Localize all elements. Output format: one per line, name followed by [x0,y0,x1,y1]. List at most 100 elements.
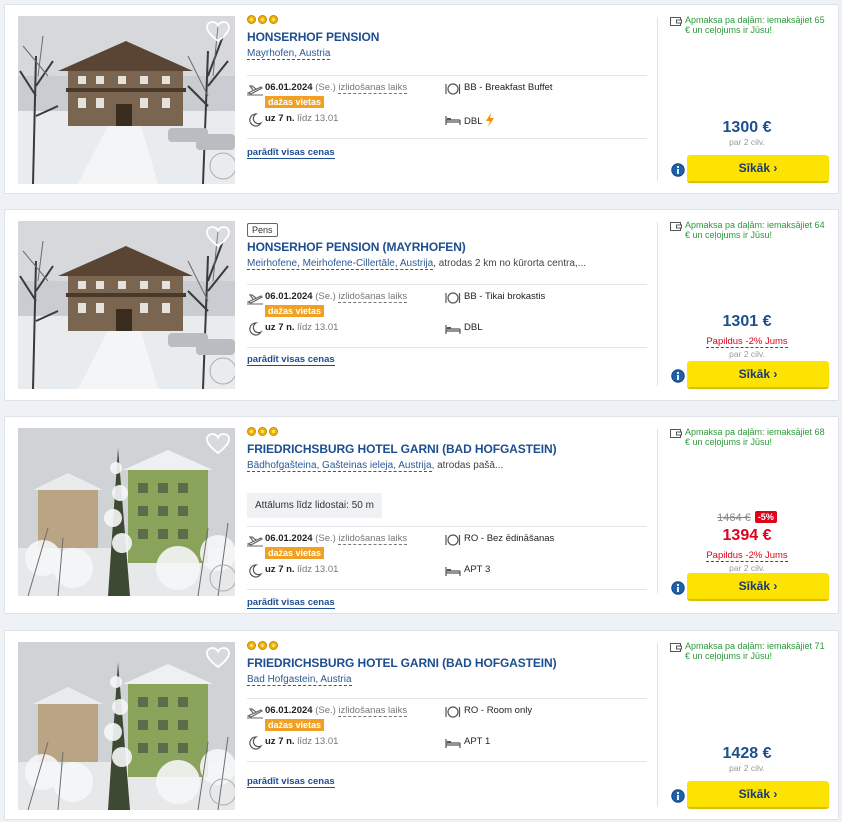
per-people: par 2 cilv. [729,763,765,773]
per-people: par 2 cilv. [729,137,765,147]
favorite-heart-icon[interactable] [205,20,231,44]
moon-icon [247,322,263,336]
price: 1300 € [722,119,772,136]
meal-plan: RO - Room only [464,705,533,716]
details-button[interactable]: Sīkāk › [687,361,829,389]
old-price: 1464 € [717,512,751,524]
price: 1428 € [722,745,772,762]
hotel-name[interactable]: FRIEDRICHSBURG HOTEL GARNI (BAD HOFGASTE… [247,442,647,457]
favorite-heart-icon[interactable] [205,646,231,670]
lightning-icon [485,113,495,130]
hotel-card: Pens HONSERHOF PENSION (MAYRHOFEN) Meirh… [4,209,839,401]
star-icon [258,15,267,24]
return-date: līdz 13.01 [297,736,339,747]
hotel-location[interactable]: Bādhofgašteina, Gašteinas ieleja, Austri… [247,459,647,473]
extra-discount-link[interactable]: Papildus -2% Jums [706,336,788,348]
availability-badge: dažas vietas [265,547,325,559]
divider [247,698,647,699]
nights-count: uz 7 n. [265,322,295,333]
meal-plan: BB - Tikai brokastis [464,291,546,302]
availability-badge: dažas vietas [265,305,325,317]
departure-time-link[interactable]: izlidošanas laiks [338,82,408,94]
hotel-location[interactable]: Mayrhofen, Austria [247,47,647,61]
star-rating [247,15,647,27]
price-block: 1464 € -5% 1394 € Papildus -2% Jums par 2… [660,511,834,574]
departure-time-link[interactable]: izlidošanas laiks [338,291,408,303]
installment-note: Apmaksa pa daļām: iemaksājiet 64 € un ce… [670,220,830,240]
date-row: 06.01.2024 (Se.) izlidošanas laiks dažas… [246,82,647,110]
plane-icon [246,533,263,547]
meal-icon [445,705,461,719]
extra-discount-link[interactable]: Papildus -2% Jums [706,550,788,562]
star-icon [247,641,256,650]
hotel-photo[interactable] [18,221,235,389]
nights-row: uz 7 n. līdz 13.01 DBL [247,322,647,336]
return-date: līdz 13.01 [297,564,339,575]
star-rating [247,641,647,653]
nights-row: uz 7 n. līdz 13.01 APT 1 [247,736,647,750]
hotel-card: FRIEDRICHSBURG HOTEL GARNI (BAD HOFGASTE… [4,416,839,614]
meal-icon [445,82,461,96]
divider [657,17,658,181]
info-icon[interactable] [671,789,685,803]
wallet-icon [670,16,682,29]
hotel-card: FRIEDRICHSBURG HOTEL GARNI (BAD HOFGASTE… [4,630,839,820]
old-price-row: 1464 € -5% [660,511,834,527]
favorite-heart-icon[interactable] [205,432,231,456]
room-type: DBL [464,116,483,127]
hotel-location[interactable]: Bad Hofgastein, Austria [247,673,647,687]
show-all-prices-link[interactable]: parādīt visas cenas [247,354,335,366]
installment-note: Apmaksa pa daļām: iemaksājiet 71 € un ce… [670,641,830,661]
bed-icon [445,564,461,578]
departure-time-link[interactable]: izlidošanas laiks [338,705,408,717]
hotel-name[interactable]: HONSERHOF PENSION [247,30,647,45]
hotel-location[interactable]: Meirhofene, Meirhofene-Cillertāle, Austr… [247,257,647,271]
price: 1394 € [722,527,772,544]
favorite-heart-icon[interactable] [205,225,231,249]
price-block: 1301 € Papildus -2% Jums par 2 cilv. [660,313,834,360]
info-icon[interactable] [671,163,685,177]
star-rating [247,427,647,439]
divider [657,429,658,593]
show-all-prices-link[interactable]: parādīt visas cenas [247,147,335,159]
wallet-icon [670,428,682,441]
room-type: DBL [464,322,483,333]
star-icon [258,641,267,650]
meal-plan: RO - Bez ēdināšanas [464,533,555,544]
meal-plan: BB - Breakfast Buffet [464,82,553,93]
nights-row: uz 7 n. līdz 13.01 DBL [247,113,647,127]
star-icon [247,427,256,436]
details-button[interactable]: Sīkāk › [687,573,829,601]
details-button[interactable]: Sīkāk › [687,781,829,809]
weekday: (Se.) [315,291,336,302]
info-icon[interactable] [671,369,685,383]
hotel-card: HONSERHOF PENSION Mayrhofen, Austria 06.… [4,4,839,194]
weekday: (Se.) [315,82,336,93]
hotel-name[interactable]: FRIEDRICHSBURG HOTEL GARNI (BAD HOFGASTE… [247,656,647,671]
details-button[interactable]: Sīkāk › [687,155,829,183]
departure-date: 06.01.2024 [265,291,313,302]
plane-icon [246,291,263,305]
weekday: (Se.) [315,533,336,544]
return-date: līdz 13.01 [297,322,339,333]
show-all-prices-link[interactable]: parādīt visas cenas [247,597,335,609]
hotel-photo[interactable] [18,642,235,810]
divider [247,138,647,139]
show-all-prices-link[interactable]: parādīt visas cenas [247,776,335,788]
nights-count: uz 7 n. [265,564,295,575]
divider [247,75,647,76]
bed-icon [445,736,461,750]
hotel-photo[interactable] [18,16,235,184]
info-icon[interactable] [671,581,685,595]
hotel-name[interactable]: HONSERHOF PENSION (MAYRHOFEN) [247,240,647,255]
meal-icon [445,291,461,305]
hotel-info: FRIEDRICHSBURG HOTEL GARNI (BAD HOFGASTE… [246,427,647,609]
meal-icon [445,533,461,547]
room-type: APT 3 [464,564,491,575]
hotel-photo[interactable] [18,428,235,596]
star-icon [269,15,278,24]
hotel-info: Pens HONSERHOF PENSION (MAYRHOFEN) Meirh… [246,220,647,366]
bed-icon [445,113,461,127]
departure-time-link[interactable]: izlidošanas laiks [338,533,408,545]
divider [657,643,658,807]
